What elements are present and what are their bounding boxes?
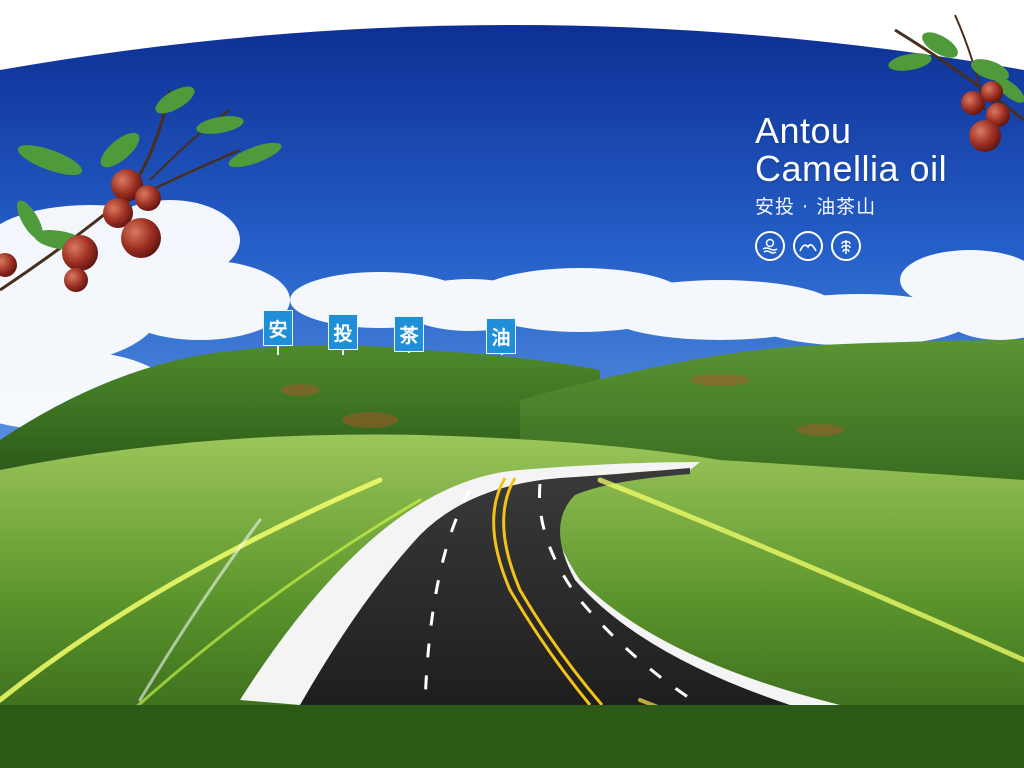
sign-you: 油 [486, 318, 516, 354]
brand-title-line1: Antou [755, 110, 852, 151]
foreground-grass [0, 705, 1024, 768]
mountain-icon [793, 231, 823, 261]
brand-subtitle: 安投 · 油茶山 [755, 196, 877, 218]
sun-water-icon [755, 231, 785, 261]
brand-title-line2: Camellia oil [755, 148, 948, 189]
sign-an: 安 [263, 310, 293, 346]
sign-tou: 投 [328, 314, 358, 350]
brand-icons [755, 231, 947, 261]
brand-block: Antou Camellia oil 安投 · 油茶山 [755, 112, 947, 261]
sign-cha: 茶 [394, 316, 424, 352]
grain-icon [831, 231, 861, 261]
